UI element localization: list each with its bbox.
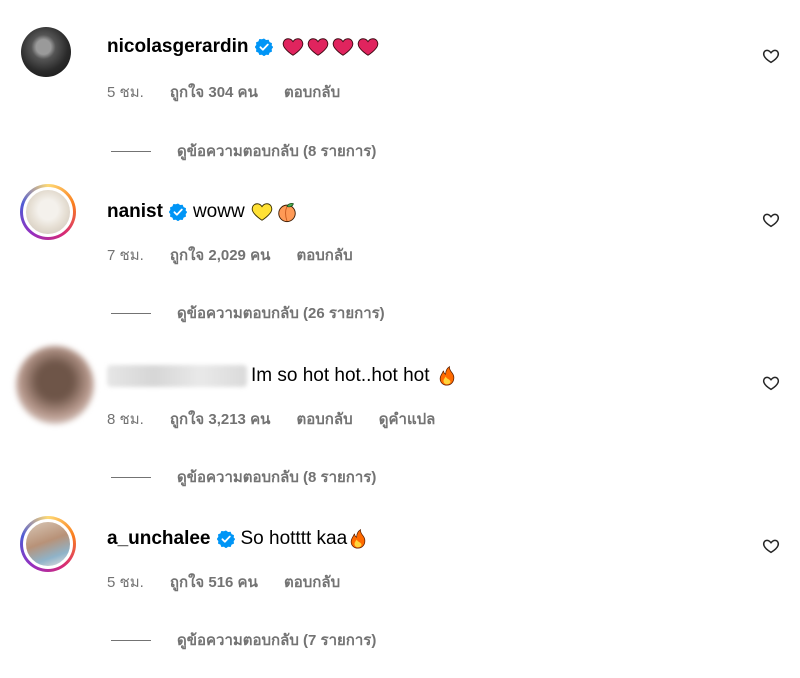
verified-badge-icon [255,38,273,56]
replies-divider [111,312,151,314]
comment-time: 5 ชม. [107,84,144,101]
reply-button[interactable]: ตอบกลับ [284,84,340,101]
verified-badge-icon [169,203,187,221]
avatar[interactable] [16,346,94,424]
fire-emoji-icon [347,528,369,550]
view-replies-button[interactable]: ดูข้อความตอบกลับ (8 รายการ) [111,139,376,163]
red-heart-emoji-icon [282,36,304,58]
red-heart-emoji-icon [357,36,379,58]
red-heart-emoji-icon [307,36,329,58]
view-replies-button[interactable]: ดูข้อความตอบกลับ (8 รายการ) [111,465,376,489]
replies-divider [111,476,151,478]
view-replies-label: ดูข้อความตอบกลับ (8 รายการ) [177,469,377,486]
comment-likes[interactable]: ถูกใจ 3,213 คน [170,411,270,428]
like-comment-heart-icon[interactable] [762,211,780,229]
view-replies-label: ดูข้อความตอบกลับ (26 รายการ) [177,305,385,322]
comment-likes[interactable]: ถูกใจ 304 คน [170,84,258,101]
reply-button[interactable]: ตอบกลับ [297,411,353,428]
red-heart-emoji-icon [332,36,354,58]
like-comment-heart-icon[interactable] [762,374,780,392]
reply-button[interactable]: ตอบกลับ [284,574,340,591]
replies-divider [111,150,151,152]
comment-time: 8 ชม. [107,411,144,428]
avatar[interactable] [21,27,71,77]
view-replies-button[interactable]: ดูข้อความตอบกลับ (26 รายการ) [111,301,385,325]
comment-likes[interactable]: ถูกใจ 516 คน [170,574,258,591]
comment-username[interactable]: nicolasgerardin [107,36,249,58]
comment-time: 7 ชม. [107,247,144,264]
view-replies-button[interactable]: ดูข้อความตอบกลับ (7 รายการ) [111,628,376,652]
peach-emoji-icon [276,201,298,223]
comment-username[interactable]: nanist [107,201,163,223]
comment-text: woww [192,201,245,222]
comment-likes[interactable]: ถูกใจ 2,029 คน [170,247,270,264]
avatar[interactable] [20,184,76,240]
view-replies-label: ดูข้อความตอบกลับ (8 รายการ) [177,143,377,160]
replies-divider [111,639,151,641]
see-translation-button[interactable]: ดูคำแปล [379,411,436,428]
comment-username[interactable]: a_unchalee [107,528,211,550]
comment-text: So hotttt kaa [240,528,348,549]
comment-username[interactable] [107,365,247,387]
reply-button[interactable]: ตอบกลับ [297,247,353,264]
avatar[interactable] [20,516,76,572]
yellow-heart-emoji-icon [251,201,273,223]
like-comment-heart-icon[interactable] [762,537,780,555]
verified-badge-icon [217,530,235,548]
comment-text: Im so hot hot..hot hot [251,365,430,386]
comment-time: 5 ชม. [107,574,144,591]
fire-emoji-icon [436,365,458,387]
like-comment-heart-icon[interactable] [762,47,780,65]
view-replies-label: ดูข้อความตอบกลับ (7 รายการ) [177,632,377,649]
